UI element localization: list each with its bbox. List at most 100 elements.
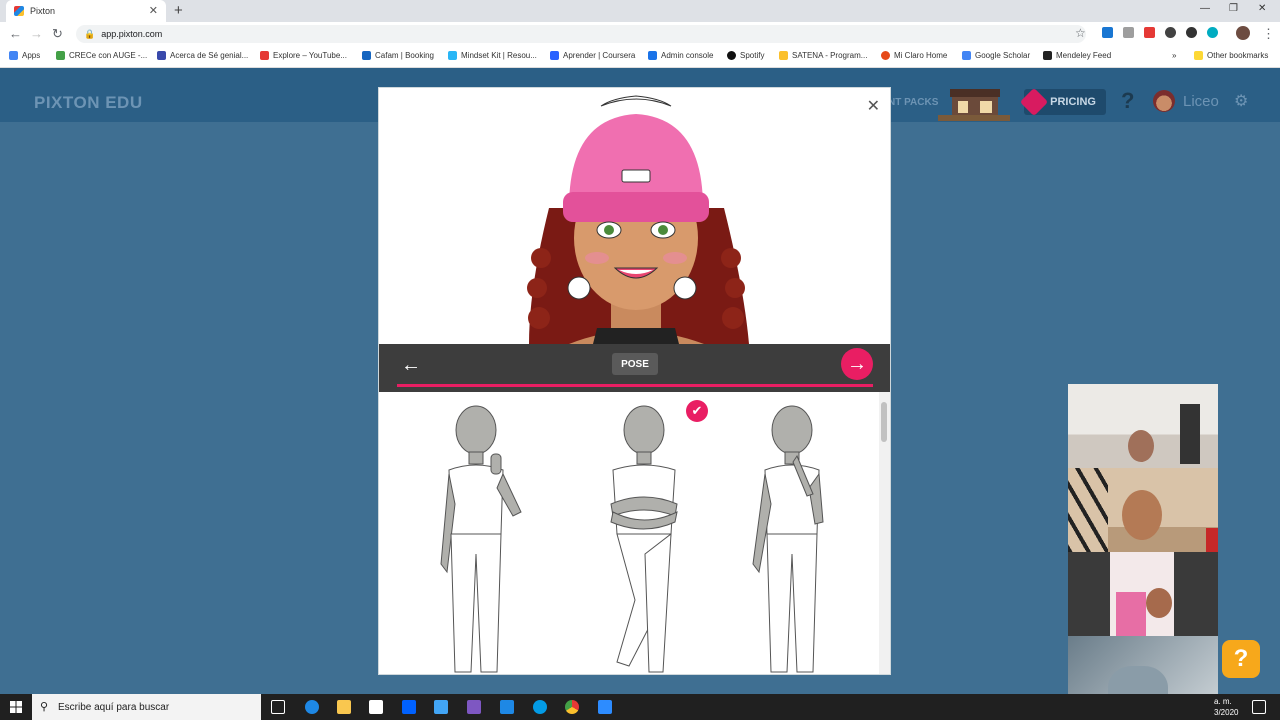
back-nav-icon[interactable]: ←: [9, 26, 22, 41]
edge-icon[interactable]: [305, 700, 319, 714]
profile-avatar[interactable]: [1236, 26, 1250, 40]
help-icon[interactable]: ?: [1121, 88, 1134, 114]
bookmark-label: Mi Claro Home: [894, 51, 948, 60]
app-icon[interactable]: [467, 700, 481, 714]
search-placeholder: Escribe aquí para buscar: [58, 701, 170, 713]
store-icon[interactable]: [938, 85, 1010, 121]
character-editor-modal: ✕ ← POSE → ✔: [378, 87, 891, 675]
extension-icon[interactable]: [1102, 27, 1113, 38]
app-icon[interactable]: [434, 700, 448, 714]
bookmark-item[interactable]: Aprender | Coursera: [550, 51, 635, 60]
tab-title: Pixton: [30, 6, 56, 16]
bookmark-label: Explore – YouTube...: [273, 51, 347, 60]
forward-nav-icon[interactable]: →: [30, 26, 43, 41]
bookmark-item[interactable]: Google Scholar: [962, 51, 1030, 60]
hp-extension-icon[interactable]: [1207, 27, 1218, 38]
browser-tab[interactable]: Pixton ✕: [6, 0, 166, 22]
zoom-app-icon[interactable]: [598, 700, 612, 714]
character-preview: ✕: [379, 88, 890, 344]
close-icon[interactable]: ✕: [867, 96, 880, 116]
windows-taskbar: ⚲ Escribe aquí para buscar a. m. 3/2020: [0, 694, 1280, 720]
bookmark-label: SATENA - Program...: [792, 51, 868, 60]
reload-icon[interactable]: ↻: [52, 26, 63, 42]
file-explorer-icon[interactable]: [337, 700, 351, 714]
url-bar[interactable]: 🔒 app.pixton.com: [76, 25, 1086, 43]
participant-face: [1146, 588, 1172, 618]
other-bookmarks[interactable]: Other bookmarks: [1194, 51, 1268, 60]
minimize-icon[interactable]: —: [1200, 3, 1210, 14]
back-button[interactable]: ←: [401, 354, 421, 377]
menu-kebab-icon[interactable]: ⋮: [1262, 26, 1275, 42]
chrome-icon[interactable]: [565, 700, 579, 714]
window-close-icon[interactable]: ✕: [1258, 3, 1266, 14]
bookmark-label: Other bookmarks: [1207, 51, 1269, 60]
bookmark-label: Aprender | Coursera: [563, 51, 636, 60]
bookmark-item[interactable]: Mendeley Feed: [1043, 51, 1111, 60]
bookmark-item[interactable]: SATENA - Program...: [779, 51, 867, 60]
lock-icon: 🔒: [84, 28, 96, 39]
dropbox-icon[interactable]: [402, 700, 416, 714]
bookmark-label: Mendeley Feed: [1056, 51, 1112, 60]
extension-icon[interactable]: [1165, 27, 1176, 38]
video-participant-tile[interactable]: [1068, 384, 1218, 468]
bookmark-label: CRECe con AUGE -...: [69, 51, 148, 60]
bookmark-label: Spotify: [740, 51, 765, 60]
selected-check-icon: ✔: [686, 400, 708, 422]
next-button[interactable]: →: [841, 348, 873, 380]
notifications-icon[interactable]: [1252, 700, 1266, 714]
bookmark-label: Cafam | Booking: [375, 51, 434, 60]
video-participant-tile[interactable]: [1068, 468, 1218, 552]
bookmark-item[interactable]: Mi Claro Home: [881, 51, 947, 60]
bookmark-apps[interactable]: Apps: [9, 51, 40, 60]
bookmark-item[interactable]: Explore – YouTube...: [260, 51, 347, 60]
bookmark-item[interactable]: Acerca de Sé genial...: [157, 51, 248, 60]
url-text: app.pixton.com: [101, 29, 163, 39]
bookmark-label: Apps: [22, 51, 41, 60]
avatar[interactable]: [1153, 90, 1175, 112]
taskbar-search-input[interactable]: ⚲ Escribe aquí para buscar: [32, 694, 261, 720]
pixton-favicon-icon: [14, 6, 24, 16]
restore-icon[interactable]: ❐: [1229, 3, 1238, 14]
content-packs-link[interactable]: NT PACKS: [888, 97, 938, 108]
background-object: [1180, 404, 1200, 464]
bookmarks-bar: Apps CRECe con AUGE -... Acerca de Sé ge…: [0, 46, 1280, 68]
pose-option-hand-on-chin[interactable]: [737, 404, 847, 675]
bookmark-label: Admin console: [661, 51, 714, 60]
bookmark-star-icon[interactable]: ☆: [1075, 26, 1086, 40]
pose-scrollbar[interactable]: [879, 392, 890, 674]
bookmark-item[interactable]: CRECe con AUGE -...: [56, 51, 147, 60]
store-app-icon[interactable]: [369, 700, 383, 714]
pose-option-thumbs-up[interactable]: [421, 404, 531, 675]
app-logo[interactable]: PIXTON EDU: [34, 93, 143, 113]
mail-icon[interactable]: [500, 700, 514, 714]
help-chat-button[interactable]: ?: [1222, 640, 1260, 678]
video-participant-tile[interactable]: [1068, 552, 1218, 636]
bookmark-item[interactable]: Cafam | Booking: [362, 51, 434, 60]
new-tab-button[interactable]: +: [174, 2, 183, 19]
pricing-button[interactable]: PRICING: [1019, 87, 1106, 117]
account-name[interactable]: Liceo: [1183, 93, 1219, 110]
extension-icon[interactable]: [1123, 27, 1134, 38]
task-view-icon[interactable]: [271, 700, 285, 714]
system-clock[interactable]: a. m. 3/2020: [1214, 696, 1238, 718]
participant-face: [1128, 430, 1154, 462]
bookmarks-overflow[interactable]: »: [1172, 51, 1176, 60]
extension-icon[interactable]: [1144, 27, 1155, 38]
step-label: POSE: [612, 353, 658, 375]
search-icon: ⚲: [40, 701, 49, 713]
internet-explorer-icon[interactable]: [533, 700, 547, 714]
windows-start-icon[interactable]: [10, 701, 22, 713]
bookmark-item[interactable]: Mindset Kit | Resou...: [448, 51, 537, 60]
step-progress-bar: [397, 384, 873, 387]
bookmark-label: Acerca de Sé genial...: [170, 51, 249, 60]
character-portrait: [527, 95, 749, 344]
scrollbar-thumb[interactable]: [881, 402, 887, 442]
gear-icon[interactable]: ⚙: [1234, 91, 1248, 111]
price-tag-icon: [1019, 87, 1049, 117]
close-tab-icon[interactable]: ✕: [149, 4, 158, 17]
bookmark-item[interactable]: Admin console: [648, 51, 713, 60]
zoom-icon[interactable]: [1186, 27, 1197, 38]
pose-option-arms-crossed[interactable]: [589, 404, 699, 675]
address-toolbar: ← → ↻ 🔒 app.pixton.com ☆ ⋮: [0, 22, 1280, 46]
bookmark-item[interactable]: Spotify: [727, 51, 764, 60]
